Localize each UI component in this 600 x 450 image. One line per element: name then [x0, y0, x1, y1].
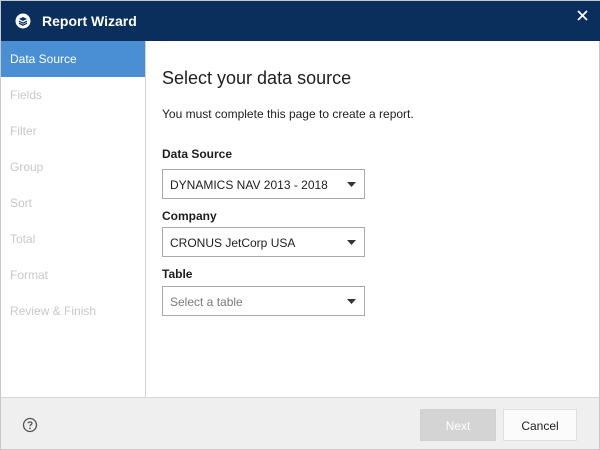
- table-dropdown[interactable]: Select a table: [162, 286, 365, 316]
- close-icon: [577, 10, 588, 21]
- company-value: CRONUS JetCorp USA: [170, 236, 296, 250]
- step-sort: Sort: [10, 196, 33, 210]
- step-data-source[interactable]: Data Source: [1, 41, 145, 77]
- report-wizard-window: Report Wizard Data Source Fields Filter …: [0, 0, 600, 450]
- page-heading: Select your data source: [162, 68, 352, 88]
- cancel-button[interactable]: Cancel: [503, 409, 577, 441]
- page-description: You must complete this page to create a …: [162, 107, 414, 121]
- step-format: Format: [10, 268, 49, 282]
- report-wizard-icon: [15, 13, 31, 29]
- data-source-label: Data Source: [162, 147, 233, 161]
- help-icon[interactable]: [22, 417, 38, 433]
- step-total: Total: [10, 232, 36, 246]
- chevron-down-icon: [347, 299, 356, 304]
- step-group: Group: [10, 160, 44, 174]
- close-button[interactable]: [567, 5, 597, 27]
- step-fields: Fields: [10, 88, 43, 102]
- table-placeholder: Select a table: [170, 295, 243, 309]
- table-label: Table: [162, 267, 193, 281]
- step-review-finish: Review & Finish: [10, 304, 97, 318]
- window-title: Report Wizard: [42, 13, 137, 29]
- chevron-down-icon: [347, 240, 356, 245]
- step-filter: Filter: [10, 124, 37, 138]
- next-button[interactable]: Next: [420, 409, 496, 441]
- title-bar: Report Wizard: [1, 1, 600, 41]
- data-source-value: DYNAMICS NAV 2013 - 2018: [170, 178, 328, 192]
- data-source-dropdown[interactable]: DYNAMICS NAV 2013 - 2018: [162, 169, 365, 199]
- chevron-down-icon: [347, 182, 356, 187]
- company-label: Company: [162, 209, 217, 223]
- company-dropdown[interactable]: CRONUS JetCorp USA: [162, 227, 365, 257]
- wizard-footer: Next Cancel: [1, 397, 599, 449]
- wizard-steps-sidebar: Data Source Fields Filter Group Sort Tot…: [1, 41, 146, 397]
